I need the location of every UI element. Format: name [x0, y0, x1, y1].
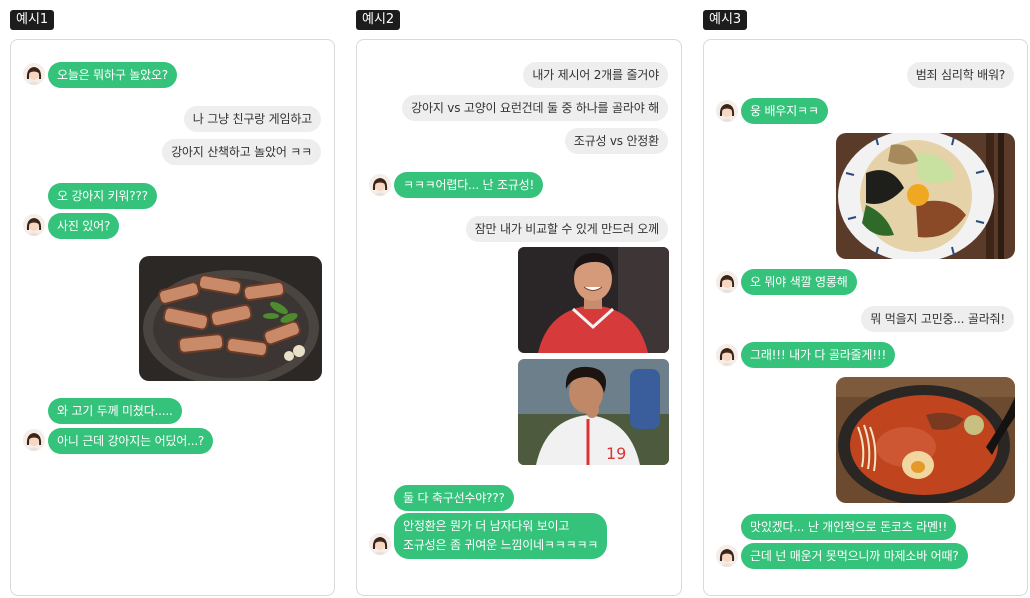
example-3-label: 예시3: [703, 10, 748, 30]
soccer-player-celebration-photo: 19: [518, 359, 669, 465]
chat-message: 범죄 심리학 배워?: [906, 62, 1014, 88]
chat-message: 와 고기 두께 미쳤다.....: [48, 398, 182, 424]
chat-message: 오늘은 뭐하구 놀았오?: [48, 62, 177, 88]
chat-message: 뭐 먹을지 고민중... 골라줘!: [861, 306, 1014, 332]
chat-message: 강아지 산책하고 놀았어 ㅋㅋ: [162, 139, 321, 165]
chat-panel-2: 내가 제시어 2개를 줄거야 강아지 vs 고양이 요런건데 둘 중 하나를 골…: [356, 39, 682, 596]
chat-message: 오 뭐야 색깔 영롱해: [741, 269, 857, 295]
girl-avatar-icon: [23, 214, 45, 236]
girl-avatar-icon: [23, 63, 45, 85]
chat-message-multiline: 안정환은 뭔가 더 남자다워 보이고 조규성은 좀 귀여운 느낌이네ㅋㅋㅋㅋㅋ: [394, 513, 608, 559]
girl-avatar-icon: [716, 100, 738, 122]
example-2-label: 예시2: [356, 10, 401, 30]
chat-message: ㅋㅋㅋ어렵다... 난 조규성!: [394, 172, 544, 198]
girl-avatar-icon: [369, 533, 391, 555]
chat-message: 나 그냥 친구랑 게임하고: [183, 106, 321, 132]
chat-panel-3: 범죄 심리학 배워? 웅 배우지ㅋㅋ 오 뭐야 색깔 영롱해 뭐 먹을지 고민중…: [703, 39, 1028, 596]
chat-message: 조규성 vs 안정환: [564, 128, 668, 154]
chat-message-line: 안정환은 뭔가 더 남자다워 보이고: [403, 519, 570, 533]
grilled-pork-belly-photo: [139, 256, 322, 381]
girl-avatar-icon: [716, 545, 738, 567]
mazesoba-bowl-photo: [836, 133, 1015, 259]
chat-message: 내가 제시어 2개를 줄거야: [523, 62, 668, 88]
girl-avatar-icon: [716, 344, 738, 366]
chat-message: 그래!!! 내가 다 골라줄게!!!: [741, 342, 896, 368]
chat-message: 오 강아지 키워???: [48, 183, 157, 209]
chat-message: 맛있겠다... 난 개인적으로 돈코츠 라멘!!: [741, 514, 957, 540]
chat-panel-1: 오늘은 뭐하구 놀았오? 나 그냥 친구랑 게임하고 강아지 산책하고 놀았어 …: [10, 39, 335, 596]
soccer-player-red-jersey-photo: [518, 247, 669, 353]
girl-avatar-icon: [23, 429, 45, 451]
chat-message: 둘 다 축구선수야???: [394, 485, 514, 511]
chat-message: 근데 넌 매운거 못먹으니까 마제소바 어때?: [741, 543, 968, 569]
girl-avatar-icon: [716, 271, 738, 293]
example-1-label: 예시1: [10, 10, 55, 30]
girl-avatar-icon: [369, 174, 391, 196]
chat-message: 웅 배우지ㅋㅋ: [741, 98, 828, 124]
spicy-ramen-bowl-photo: [836, 377, 1015, 503]
chat-message: 잠만 내가 비교할 수 있게 만드러 오께: [465, 216, 668, 242]
svg-text:19: 19: [606, 444, 626, 463]
chat-message: 강아지 vs 고양이 요런건데 둘 중 하나를 골라야 해: [402, 95, 668, 121]
chat-message-line: 조규성은 좀 귀여운 느낌이네ㅋㅋㅋㅋㅋ: [403, 538, 599, 552]
chat-message: 아니 근데 강아지는 어딨어...?: [48, 428, 214, 454]
chat-message: 사진 있어?: [48, 213, 120, 239]
